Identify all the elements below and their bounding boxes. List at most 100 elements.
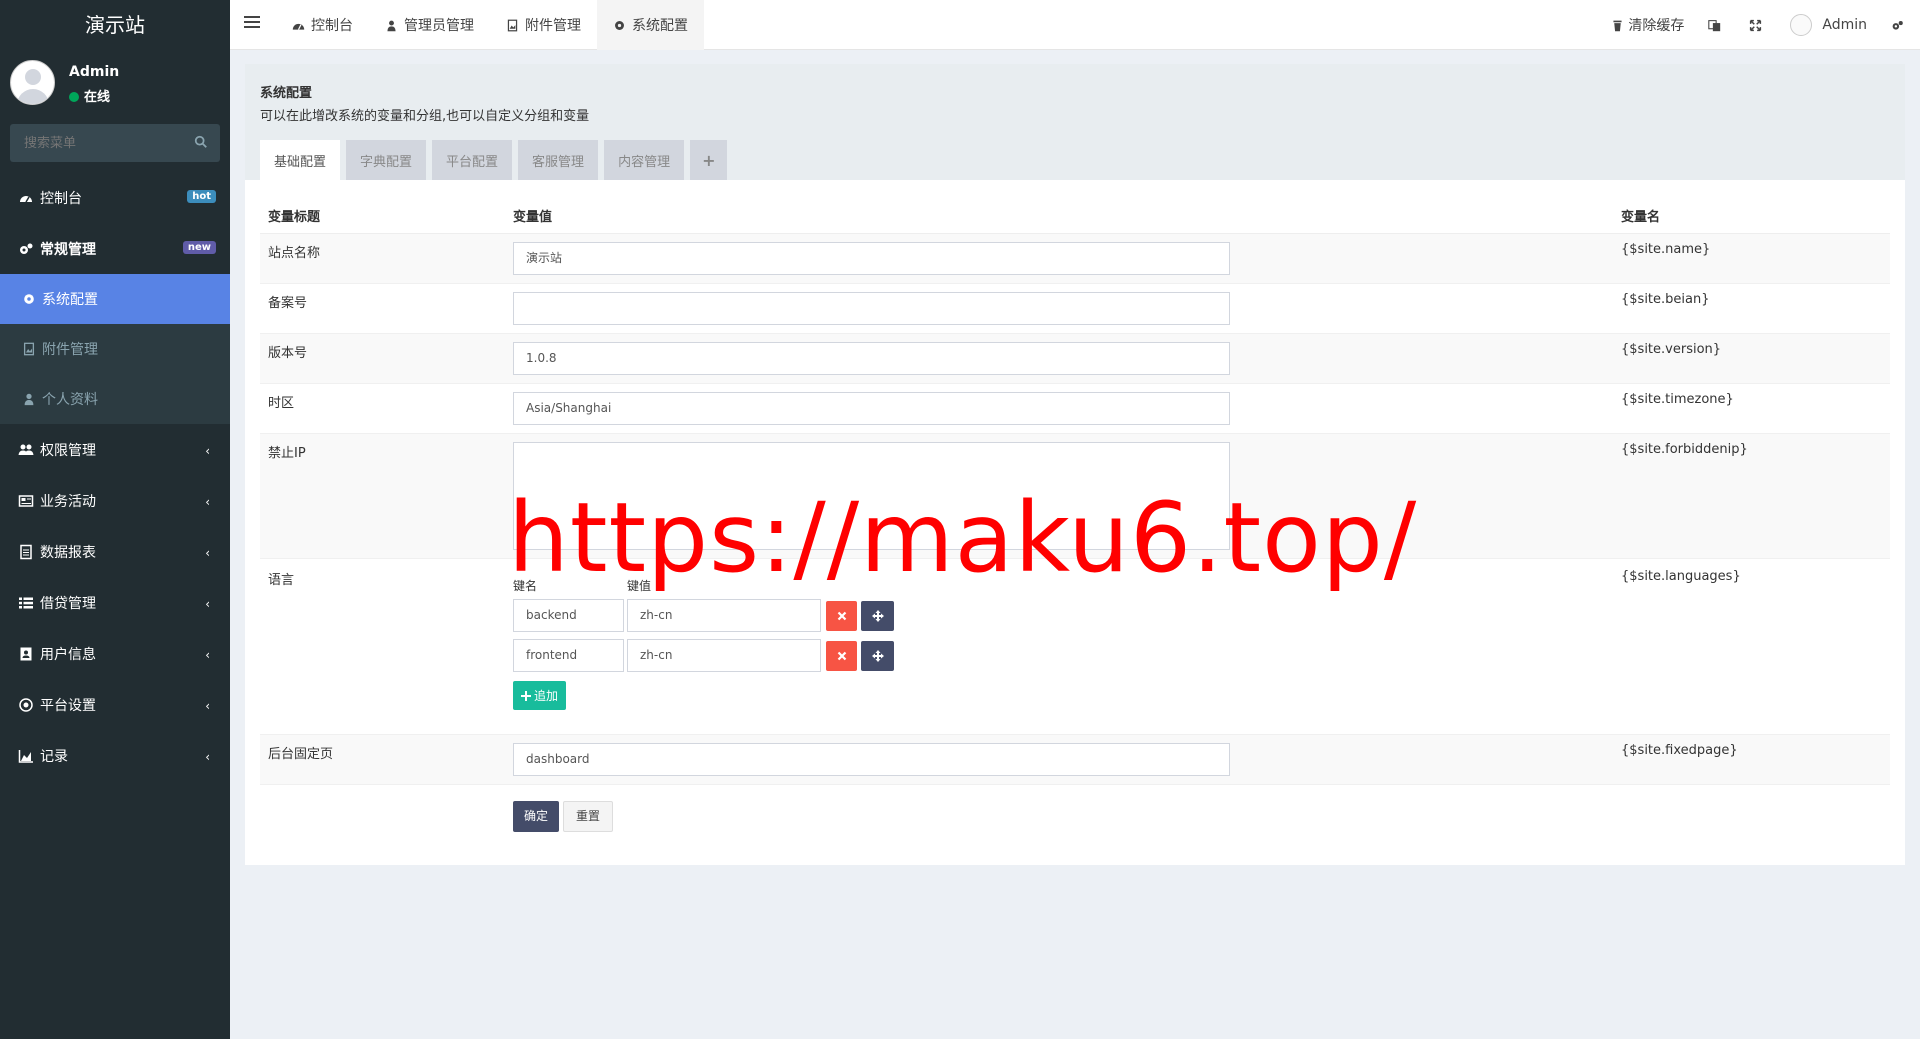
close-icon bbox=[837, 651, 846, 660]
sidebar-item-label: 权限管理 bbox=[40, 442, 96, 459]
list-icon bbox=[19, 597, 33, 608]
sidebar-item-label: 控制台 bbox=[40, 190, 82, 207]
dashboard-icon bbox=[292, 23, 305, 30]
reset-button[interactable]: 重置 bbox=[563, 801, 614, 832]
table-row: 备案号 {$site.beian} bbox=[260, 283, 1890, 334]
tab-dictionary-config[interactable]: 字典配置 bbox=[346, 140, 427, 180]
sidebar-item-platform[interactable]: 平台设置 ‹ bbox=[0, 679, 230, 730]
tab-attachments[interactable]: 附件管理 bbox=[490, 0, 597, 50]
tab-label: 系统配置 bbox=[632, 18, 688, 34]
kv-row: frontend zh-cn bbox=[513, 639, 1605, 672]
file-image-icon bbox=[23, 342, 35, 356]
row-title: 时区 bbox=[260, 383, 505, 434]
sidebar-item-attachments[interactable]: 附件管理 bbox=[0, 324, 230, 374]
table-row: 时区 Asia/Shanghai {$site.timezone} bbox=[260, 383, 1890, 434]
tab-customer-service[interactable]: 客服管理 bbox=[518, 140, 599, 180]
sidebar-toggle-icon[interactable] bbox=[244, 16, 260, 32]
chevron-left-icon: ‹ bbox=[205, 495, 210, 509]
search-input[interactable] bbox=[10, 124, 190, 162]
chevron-left-icon: ‹ bbox=[205, 648, 210, 662]
row-varname: {$site.fixedpage} bbox=[1613, 734, 1890, 785]
sidebar-item-records[interactable]: 记录 ‹ bbox=[0, 730, 230, 781]
top-navbar: 控制台 管理员管理 附件管理 系统配置 清除缓存 Admin bbox=[230, 0, 1920, 50]
gear-icon bbox=[24, 294, 34, 304]
tab-platform-config[interactable]: 平台配置 bbox=[432, 140, 513, 180]
translate-icon bbox=[1708, 19, 1721, 31]
avatar bbox=[10, 60, 55, 105]
sidebar-search bbox=[10, 124, 220, 162]
address-book-icon bbox=[20, 647, 32, 660]
sidebar-item-system-config[interactable]: 系统配置 bbox=[0, 274, 230, 324]
sidebar-item-reports[interactable]: 数据报表 ‹ bbox=[0, 526, 230, 577]
language-value-input[interactable]: zh-cn bbox=[627, 599, 821, 632]
drag-handle[interactable] bbox=[861, 640, 894, 671]
page-description: 可以在此增改系统的变量和分组,也可以自定义分组和变量 bbox=[260, 109, 590, 124]
version-input[interactable]: 1.0.8 bbox=[513, 342, 1230, 375]
config-tabs: 基础配置 字典配置 平台配置 客服管理 内容管理 + bbox=[260, 140, 733, 180]
tab-content-management[interactable]: 内容管理 bbox=[604, 140, 685, 180]
tab-admin-management[interactable]: 管理员管理 bbox=[369, 0, 490, 50]
file-image-icon bbox=[507, 19, 518, 31]
sidebar-item-label: 附件管理 bbox=[42, 342, 98, 358]
sidebar-item-label: 个人资料 bbox=[42, 392, 98, 408]
sidebar-item-label: 平台设置 bbox=[40, 697, 96, 714]
clear-cache-button[interactable]: 清除缓存 bbox=[1599, 0, 1696, 50]
language-key-input[interactable]: frontend bbox=[513, 639, 624, 672]
sidebar-menu: 控制台 hot 常规管理 new 系统配置 附件管理 个人资料 权限管理 ‹ 业… bbox=[0, 172, 230, 781]
sidebar-item-label: 系统配置 bbox=[42, 292, 98, 308]
main-content: 系统配置 可以在此增改系统的变量和分组,也可以自定义分组和变量 基础配置 字典配… bbox=[245, 64, 1905, 865]
user-icon bbox=[387, 20, 396, 31]
sidebar-item-dashboard[interactable]: 控制台 hot bbox=[0, 172, 230, 223]
user-menu[interactable]: Admin bbox=[1778, 0, 1879, 50]
nav-tabs: 控制台 管理员管理 附件管理 系统配置 bbox=[276, 0, 704, 50]
append-button[interactable]: 追加 bbox=[513, 681, 567, 710]
value-header: 键值 bbox=[627, 579, 652, 593]
nav-right: 清除缓存 Admin bbox=[1599, 0, 1920, 50]
language-value-input[interactable]: zh-cn bbox=[627, 639, 821, 672]
row-title: 站点名称 bbox=[260, 233, 505, 284]
beian-input[interactable] bbox=[513, 292, 1230, 325]
add-tab-button[interactable]: + bbox=[690, 140, 728, 180]
tab-dashboard[interactable]: 控制台 bbox=[276, 0, 369, 50]
table-row: 语言 键名 键值 backend zh-cn frontend zh-cn 追加… bbox=[260, 558, 1890, 735]
language-key-input[interactable]: backend bbox=[513, 599, 624, 632]
append-label: 追加 bbox=[534, 689, 559, 703]
fullscreen-button[interactable] bbox=[1737, 0, 1778, 50]
sidebar-item-business[interactable]: 业务活动 ‹ bbox=[0, 475, 230, 526]
group-icon bbox=[18, 444, 34, 455]
chevron-left-icon: ‹ bbox=[205, 699, 210, 713]
remove-button[interactable] bbox=[826, 640, 857, 671]
remove-button[interactable] bbox=[826, 600, 857, 631]
sidebar-item-general[interactable]: 常规管理 new bbox=[0, 223, 230, 274]
control-sidebar-button[interactable] bbox=[1879, 0, 1920, 50]
sidebar-item-user-info[interactable]: 用户信息 ‹ bbox=[0, 628, 230, 679]
row-varname: {$site.timezone} bbox=[1613, 383, 1890, 434]
drag-handle[interactable] bbox=[861, 600, 894, 631]
tab-system-config[interactable]: 系统配置 bbox=[597, 0, 704, 50]
page-title: 系统配置 bbox=[260, 86, 313, 101]
area-chart-icon bbox=[18, 749, 33, 763]
forbidden-ip-textarea[interactable] bbox=[513, 442, 1230, 550]
kv-row: backend zh-cn bbox=[513, 599, 1605, 632]
sidebar-item-label: 借贷管理 bbox=[40, 595, 96, 612]
tab-basic-config[interactable]: 基础配置 bbox=[260, 140, 341, 180]
gear-icon bbox=[615, 20, 624, 30]
sidebar-item-profile[interactable]: 个人资料 bbox=[0, 374, 230, 424]
fixed-page-input[interactable]: dashboard bbox=[513, 743, 1230, 776]
sidebar-item-loans[interactable]: 借贷管理 ‹ bbox=[0, 577, 230, 628]
sidebar-item-permissions[interactable]: 权限管理 ‹ bbox=[0, 424, 230, 475]
language-button[interactable] bbox=[1696, 0, 1737, 50]
cogs-icon bbox=[1892, 20, 1903, 30]
kv-header: 键名 键值 bbox=[513, 577, 1605, 595]
row-varname: {$site.forbiddenip} bbox=[1613, 433, 1890, 559]
column-header-title: 变量标题 bbox=[260, 198, 505, 234]
column-header-value: 变量值 bbox=[505, 198, 1613, 234]
plus-icon bbox=[521, 690, 531, 701]
submit-button[interactable]: 确定 bbox=[513, 801, 560, 832]
logo[interactable]: 演示站 bbox=[0, 0, 230, 50]
site-name-input[interactable]: 演示站 bbox=[513, 242, 1230, 275]
search-icon[interactable] bbox=[194, 135, 208, 149]
timezone-input[interactable]: Asia/Shanghai bbox=[513, 392, 1230, 425]
table-row: 版本号 1.0.8 {$site.version} bbox=[260, 333, 1890, 384]
user-status: 在线 bbox=[69, 86, 110, 105]
